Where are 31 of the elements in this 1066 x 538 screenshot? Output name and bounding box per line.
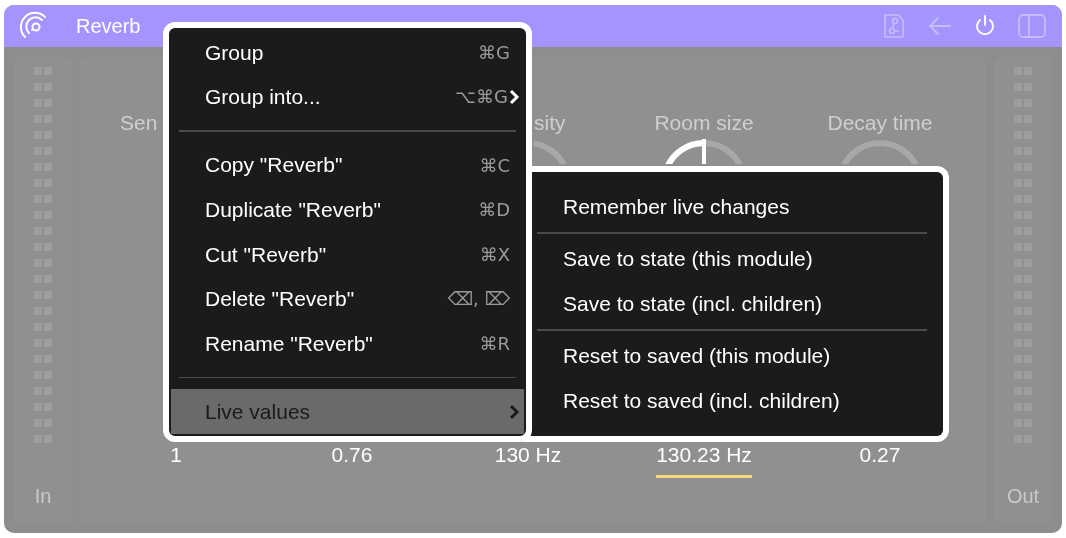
menu-item[interactable]: Duplicate "Reverb" ⌘D [171, 187, 524, 232]
param-value: 130 Hz [494, 442, 562, 468]
param-value: 1 [170, 442, 182, 468]
menu-item[interactable]: Cut "Reverb" ⌘X [171, 232, 524, 277]
shortcut-label: ⌘D [478, 198, 510, 223]
param-label: sity [534, 110, 566, 136]
menu-item[interactable]: Group ⌘G [171, 30, 524, 75]
document-icon[interactable] [882, 13, 906, 39]
param-label: Sen [120, 110, 158, 136]
meter-label: Out [1006, 484, 1040, 509]
chevron-right-icon [508, 88, 520, 105]
menu-item[interactable]: Copy "Reverb" ⌘C [171, 142, 524, 188]
shortcut-label: ⌘X [479, 242, 510, 267]
menu-item[interactable]: Rename "Reverb" ⌘R [171, 321, 524, 366]
shortcut-label: ⌘R [479, 331, 510, 356]
chevron-right-icon [508, 403, 520, 420]
shortcut-label: ⌫, ⌦ [447, 287, 510, 312]
param-value: 0.76 [331, 442, 373, 468]
back-arrow-icon[interactable] [928, 16, 952, 36]
menu-item[interactable]: Group into... ⌥⌘G [171, 74, 524, 120]
menu-item[interactable]: Delete "Reverb" ⌫, ⌦ [171, 276, 524, 322]
sidebar-icon[interactable] [1018, 14, 1046, 38]
param-label: Decay time [827, 110, 933, 136]
meter-label: In [34, 484, 52, 509]
shortcut-label: ⌘G [478, 40, 510, 65]
param-value: 0.27 [859, 442, 901, 468]
shortcut-label: ⌘C [479, 153, 510, 178]
param-label: Room size [654, 110, 754, 136]
window-title: Reverb [76, 14, 141, 39]
shortcut-label: ⌥⌘G [455, 85, 508, 110]
power-icon[interactable] [974, 14, 996, 38]
